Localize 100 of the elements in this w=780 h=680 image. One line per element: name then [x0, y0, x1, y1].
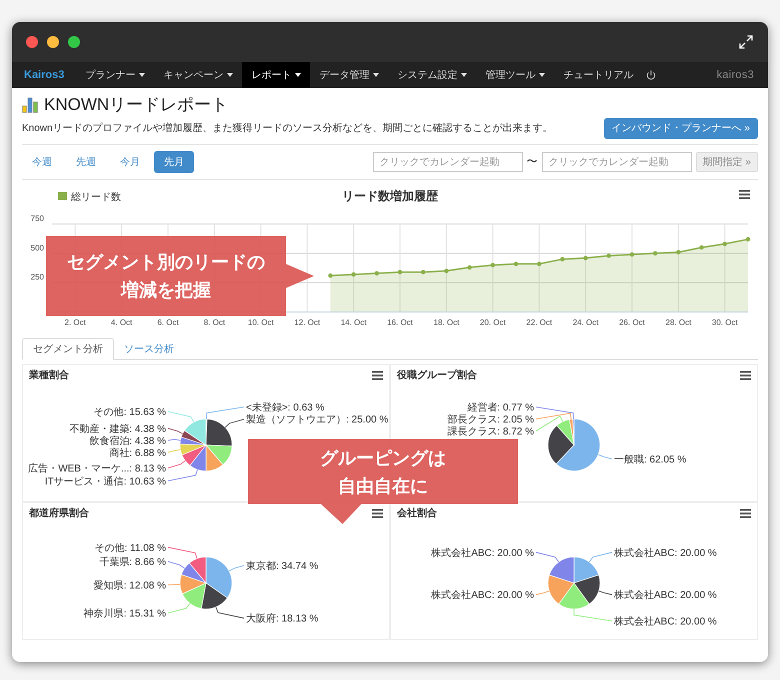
leader-line [168, 603, 190, 614]
data-point [606, 253, 611, 258]
axis-label: 10. Oct [248, 318, 274, 327]
pie-label: 一般職: 62.05 % [614, 454, 686, 466]
pie-label: その他: 11.08 % [94, 542, 166, 554]
power-icon[interactable] [646, 70, 656, 80]
axis-label: 22. Oct [526, 318, 552, 327]
axis-label: 18. Oct [434, 318, 460, 327]
leader-line [598, 454, 612, 460]
bar-chart-icon [22, 97, 38, 113]
axis-label: 30. Oct [712, 318, 738, 327]
range-separator: 〜 [526, 154, 538, 170]
leader-line [168, 439, 181, 441]
axis-label: 28. Oct [666, 318, 692, 327]
data-point [653, 251, 658, 256]
page-description: Knownリードのプロファイルや増加履歴、また獲得リードのソース分析などを、期間ごとに確認することが出来ます。 [22, 122, 553, 136]
pie-label: 不動産・建築: 4.38 % [69, 424, 166, 435]
pie-label: 商社: 6.88 % [109, 448, 166, 459]
legend-label: 総リード数 [70, 191, 121, 203]
nav-item[interactable]: キャンペーン [154, 62, 242, 88]
data-point [467, 265, 472, 270]
caret-icon [227, 73, 234, 77]
pie-label: 東京都: 34.74 % [246, 560, 318, 572]
axis-label: 2. Oct [64, 318, 86, 327]
leader-line [168, 584, 180, 586]
leader-line [168, 449, 181, 453]
caret-icon [461, 73, 468, 77]
zoom-icon[interactable] [68, 36, 80, 48]
period-tab[interactable]: 先週 [66, 151, 106, 173]
date-from-field[interactable]: クリックでカレンダー起動 [372, 152, 523, 172]
period-tab[interactable]: 先月 [154, 151, 194, 173]
data-point [444, 268, 449, 274]
leader-line [168, 561, 185, 569]
data-point [514, 262, 518, 266]
callout-banner: セグメント別のリードの 増減を把握 [46, 236, 314, 316]
pie-slice [574, 574, 600, 604]
pie-slice [558, 582, 590, 610]
nav-item[interactable]: システム設定 [388, 62, 476, 88]
axis-label: 16. Oct [387, 318, 413, 327]
date-to-field[interactable]: クリックでカレンダー起動 [542, 152, 692, 172]
section-tab[interactable]: セグメント分析 [22, 338, 114, 360]
pie-label: 部長クラス: 2.05 % [447, 414, 534, 426]
caret-icon [373, 73, 380, 77]
menu-icon[interactable] [372, 508, 383, 518]
data-point [722, 242, 727, 246]
pie-label: 千葉県: 8.66 % [99, 556, 166, 568]
legend-item[interactable]: 総リード数 [58, 192, 121, 203]
inbound-planner-button[interactable]: インバウンド・プランナーへ » [604, 118, 758, 139]
nav-item[interactable]: データ管理 [310, 62, 388, 88]
section-tab[interactable]: ソース分析 [114, 338, 184, 360]
leader-line [228, 565, 244, 572]
close-icon[interactable] [26, 36, 38, 48]
pie-label: 経営者: 0.77 % [467, 402, 534, 414]
leader-line [574, 608, 612, 622]
pie-label: 株式会社ABC: 20.00 % [614, 616, 717, 628]
caret-icon [295, 73, 302, 77]
axis-label: 6. Oct [157, 318, 179, 327]
page-title: KNOWNリードレポート [44, 94, 228, 116]
data-point [421, 270, 426, 274]
pie-label: 愛知県: 12.08 % [94, 580, 166, 592]
axis-label: 500 [30, 243, 44, 252]
axis-label: 14. Oct [340, 318, 366, 327]
period-tab[interactable]: 今月 [110, 151, 150, 173]
data-point [328, 273, 333, 278]
data-point [560, 257, 565, 262]
period-tab[interactable]: 今週 [22, 151, 62, 173]
leader-line [168, 428, 183, 434]
minimize-icon[interactable] [47, 36, 59, 48]
pie-label: 飲食宿泊: 4.38 % [89, 436, 166, 447]
axis-label: 250 [30, 272, 44, 282]
pie-slice [548, 574, 574, 604]
nav-item[interactable]: チュートリアル [554, 62, 642, 88]
nav-item[interactable]: レポート [242, 62, 310, 88]
leader-line [168, 546, 198, 559]
pie-label: 課長クラス: 8.72 % [447, 426, 534, 438]
leader-line [216, 606, 244, 619]
caret-icon [139, 73, 146, 77]
leader-line [168, 411, 194, 422]
data-point [630, 252, 634, 257]
axis-label: 20. Oct [480, 318, 506, 327]
menu-icon[interactable] [739, 190, 750, 199]
pie-slice [548, 556, 574, 584]
menu-icon[interactable] [740, 370, 751, 380]
axis-label: 24. Oct [572, 318, 598, 327]
menu-icon[interactable] [740, 508, 751, 518]
leader-line [588, 552, 612, 562]
brand-logo[interactable]: Kairos3 [24, 66, 64, 84]
pie-label: 大阪府: 18.13 % [246, 614, 318, 625]
nav-item[interactable]: プランナー [76, 62, 154, 88]
menu-icon[interactable] [372, 370, 383, 380]
data-point [351, 272, 356, 277]
data-point [537, 262, 542, 266]
data-point [746, 237, 750, 242]
pie-label: <未登録>: 0.63 % [246, 402, 324, 414]
fullscreen-icon[interactable] [738, 34, 754, 50]
leader-line [598, 590, 612, 596]
pie-label: 株式会社ABC: 20.00 % [614, 590, 717, 602]
pie-label: その他: 15.63 % [94, 407, 166, 418]
pie-label: 株式会社ABC: 20.00 % [431, 548, 534, 559]
nav-item[interactable]: 管理ツール [476, 62, 554, 88]
